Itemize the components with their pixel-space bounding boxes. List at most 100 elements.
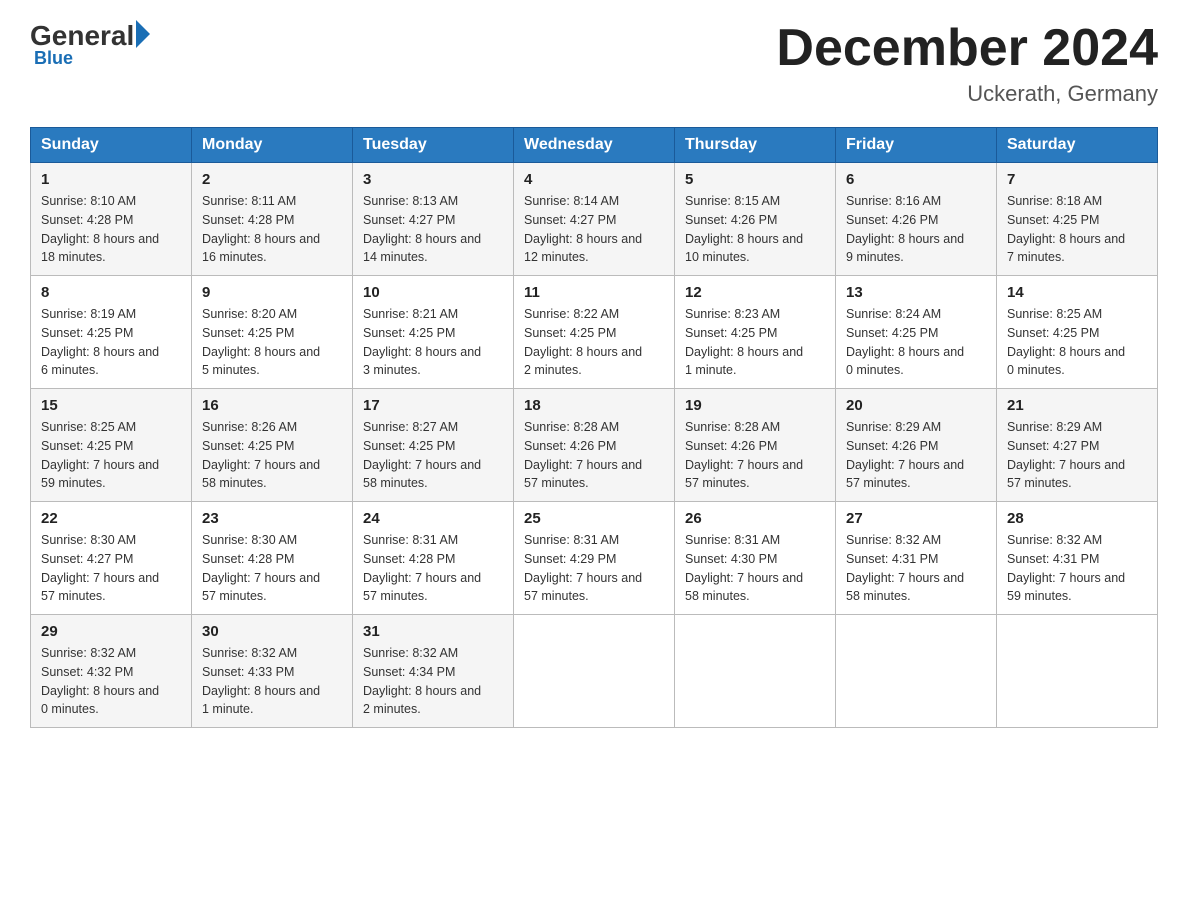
calendar-cell: 28 Sunrise: 8:32 AM Sunset: 4:31 PM Dayl… (997, 502, 1158, 615)
day-number: 5 (685, 171, 825, 188)
calendar-cell: 29 Sunrise: 8:32 AM Sunset: 4:32 PM Dayl… (31, 615, 192, 728)
day-info: Sunrise: 8:28 AM Sunset: 4:26 PM Dayligh… (524, 418, 664, 493)
calendar-cell: 25 Sunrise: 8:31 AM Sunset: 4:29 PM Dayl… (514, 502, 675, 615)
day-number: 23 (202, 510, 342, 527)
day-number: 6 (846, 171, 986, 188)
calendar-cell: 20 Sunrise: 8:29 AM Sunset: 4:26 PM Dayl… (836, 389, 997, 502)
calendar-cell: 22 Sunrise: 8:30 AM Sunset: 4:27 PM Dayl… (31, 502, 192, 615)
day-info: Sunrise: 8:23 AM Sunset: 4:25 PM Dayligh… (685, 305, 825, 380)
day-number: 20 (846, 397, 986, 414)
day-info: Sunrise: 8:32 AM Sunset: 4:31 PM Dayligh… (1007, 531, 1147, 606)
day-info: Sunrise: 8:16 AM Sunset: 4:26 PM Dayligh… (846, 192, 986, 267)
calendar-cell: 11 Sunrise: 8:22 AM Sunset: 4:25 PM Dayl… (514, 276, 675, 389)
day-info: Sunrise: 8:30 AM Sunset: 4:28 PM Dayligh… (202, 531, 342, 606)
day-number: 13 (846, 284, 986, 301)
day-info: Sunrise: 8:31 AM Sunset: 4:29 PM Dayligh… (524, 531, 664, 606)
day-info: Sunrise: 8:21 AM Sunset: 4:25 PM Dayligh… (363, 305, 503, 380)
day-info: Sunrise: 8:31 AM Sunset: 4:30 PM Dayligh… (685, 531, 825, 606)
day-info: Sunrise: 8:24 AM Sunset: 4:25 PM Dayligh… (846, 305, 986, 380)
day-number: 28 (1007, 510, 1147, 527)
day-number: 12 (685, 284, 825, 301)
day-number: 10 (363, 284, 503, 301)
logo-triangle-icon (136, 20, 150, 48)
weekday-header-saturday: Saturday (997, 128, 1158, 163)
day-number: 8 (41, 284, 181, 301)
day-info: Sunrise: 8:32 AM Sunset: 4:34 PM Dayligh… (363, 644, 503, 719)
calendar-cell (997, 615, 1158, 728)
weekday-header-row: SundayMondayTuesdayWednesdayThursdayFrid… (31, 128, 1158, 163)
day-info: Sunrise: 8:31 AM Sunset: 4:28 PM Dayligh… (363, 531, 503, 606)
day-info: Sunrise: 8:11 AM Sunset: 4:28 PM Dayligh… (202, 192, 342, 267)
day-info: Sunrise: 8:28 AM Sunset: 4:26 PM Dayligh… (685, 418, 825, 493)
day-number: 25 (524, 510, 664, 527)
day-number: 29 (41, 623, 181, 640)
calendar-week-4: 22 Sunrise: 8:30 AM Sunset: 4:27 PM Dayl… (31, 502, 1158, 615)
day-info: Sunrise: 8:25 AM Sunset: 4:25 PM Dayligh… (1007, 305, 1147, 380)
calendar-cell: 13 Sunrise: 8:24 AM Sunset: 4:25 PM Dayl… (836, 276, 997, 389)
calendar-cell (675, 615, 836, 728)
day-info: Sunrise: 8:25 AM Sunset: 4:25 PM Dayligh… (41, 418, 181, 493)
calendar-cell: 26 Sunrise: 8:31 AM Sunset: 4:30 PM Dayl… (675, 502, 836, 615)
calendar-cell: 6 Sunrise: 8:16 AM Sunset: 4:26 PM Dayli… (836, 163, 997, 276)
day-number: 31 (363, 623, 503, 640)
day-number: 1 (41, 171, 181, 188)
calendar-week-5: 29 Sunrise: 8:32 AM Sunset: 4:32 PM Dayl… (31, 615, 1158, 728)
day-info: Sunrise: 8:19 AM Sunset: 4:25 PM Dayligh… (41, 305, 181, 380)
day-number: 2 (202, 171, 342, 188)
day-info: Sunrise: 8:26 AM Sunset: 4:25 PM Dayligh… (202, 418, 342, 493)
calendar-cell: 23 Sunrise: 8:30 AM Sunset: 4:28 PM Dayl… (192, 502, 353, 615)
calendar-cell: 14 Sunrise: 8:25 AM Sunset: 4:25 PM Dayl… (997, 276, 1158, 389)
day-info: Sunrise: 8:15 AM Sunset: 4:26 PM Dayligh… (685, 192, 825, 267)
day-number: 3 (363, 171, 503, 188)
day-number: 26 (685, 510, 825, 527)
weekday-header-sunday: Sunday (31, 128, 192, 163)
weekday-header-friday: Friday (836, 128, 997, 163)
day-info: Sunrise: 8:22 AM Sunset: 4:25 PM Dayligh… (524, 305, 664, 380)
day-info: Sunrise: 8:29 AM Sunset: 4:27 PM Dayligh… (1007, 418, 1147, 493)
calendar-cell: 30 Sunrise: 8:32 AM Sunset: 4:33 PM Dayl… (192, 615, 353, 728)
day-info: Sunrise: 8:29 AM Sunset: 4:26 PM Dayligh… (846, 418, 986, 493)
day-info: Sunrise: 8:32 AM Sunset: 4:31 PM Dayligh… (846, 531, 986, 606)
day-number: 4 (524, 171, 664, 188)
day-number: 24 (363, 510, 503, 527)
calendar-cell: 9 Sunrise: 8:20 AM Sunset: 4:25 PM Dayli… (192, 276, 353, 389)
day-info: Sunrise: 8:32 AM Sunset: 4:32 PM Dayligh… (41, 644, 181, 719)
weekday-header-thursday: Thursday (675, 128, 836, 163)
day-number: 21 (1007, 397, 1147, 414)
calendar-cell: 5 Sunrise: 8:15 AM Sunset: 4:26 PM Dayli… (675, 163, 836, 276)
day-info: Sunrise: 8:18 AM Sunset: 4:25 PM Dayligh… (1007, 192, 1147, 267)
calendar-cell: 7 Sunrise: 8:18 AM Sunset: 4:25 PM Dayli… (997, 163, 1158, 276)
weekday-header-wednesday: Wednesday (514, 128, 675, 163)
day-number: 15 (41, 397, 181, 414)
calendar-table: SundayMondayTuesdayWednesdayThursdayFrid… (30, 127, 1158, 728)
day-info: Sunrise: 8:27 AM Sunset: 4:25 PM Dayligh… (363, 418, 503, 493)
day-info: Sunrise: 8:32 AM Sunset: 4:33 PM Dayligh… (202, 644, 342, 719)
day-info: Sunrise: 8:13 AM Sunset: 4:27 PM Dayligh… (363, 192, 503, 267)
calendar-cell: 31 Sunrise: 8:32 AM Sunset: 4:34 PM Dayl… (353, 615, 514, 728)
day-number: 9 (202, 284, 342, 301)
calendar-cell (836, 615, 997, 728)
page-header: General Blue December 2024 Uckerath, Ger… (30, 20, 1158, 107)
calendar-cell: 3 Sunrise: 8:13 AM Sunset: 4:27 PM Dayli… (353, 163, 514, 276)
calendar-cell: 24 Sunrise: 8:31 AM Sunset: 4:28 PM Dayl… (353, 502, 514, 615)
calendar-cell: 4 Sunrise: 8:14 AM Sunset: 4:27 PM Dayli… (514, 163, 675, 276)
calendar-cell: 2 Sunrise: 8:11 AM Sunset: 4:28 PM Dayli… (192, 163, 353, 276)
day-number: 19 (685, 397, 825, 414)
calendar-week-1: 1 Sunrise: 8:10 AM Sunset: 4:28 PM Dayli… (31, 163, 1158, 276)
day-info: Sunrise: 8:14 AM Sunset: 4:27 PM Dayligh… (524, 192, 664, 267)
day-info: Sunrise: 8:10 AM Sunset: 4:28 PM Dayligh… (41, 192, 181, 267)
calendar-cell: 18 Sunrise: 8:28 AM Sunset: 4:26 PM Dayl… (514, 389, 675, 502)
calendar-cell: 8 Sunrise: 8:19 AM Sunset: 4:25 PM Dayli… (31, 276, 192, 389)
day-number: 18 (524, 397, 664, 414)
weekday-header-tuesday: Tuesday (353, 128, 514, 163)
logo-blue-text: Blue (34, 48, 73, 69)
calendar-cell: 1 Sunrise: 8:10 AM Sunset: 4:28 PM Dayli… (31, 163, 192, 276)
calendar-cell: 19 Sunrise: 8:28 AM Sunset: 4:26 PM Dayl… (675, 389, 836, 502)
calendar-cell: 16 Sunrise: 8:26 AM Sunset: 4:25 PM Dayl… (192, 389, 353, 502)
calendar-cell: 12 Sunrise: 8:23 AM Sunset: 4:25 PM Dayl… (675, 276, 836, 389)
day-info: Sunrise: 8:30 AM Sunset: 4:27 PM Dayligh… (41, 531, 181, 606)
location-label: Uckerath, Germany (776, 81, 1158, 107)
calendar-week-3: 15 Sunrise: 8:25 AM Sunset: 4:25 PM Dayl… (31, 389, 1158, 502)
day-number: 7 (1007, 171, 1147, 188)
calendar-cell: 15 Sunrise: 8:25 AM Sunset: 4:25 PM Dayl… (31, 389, 192, 502)
